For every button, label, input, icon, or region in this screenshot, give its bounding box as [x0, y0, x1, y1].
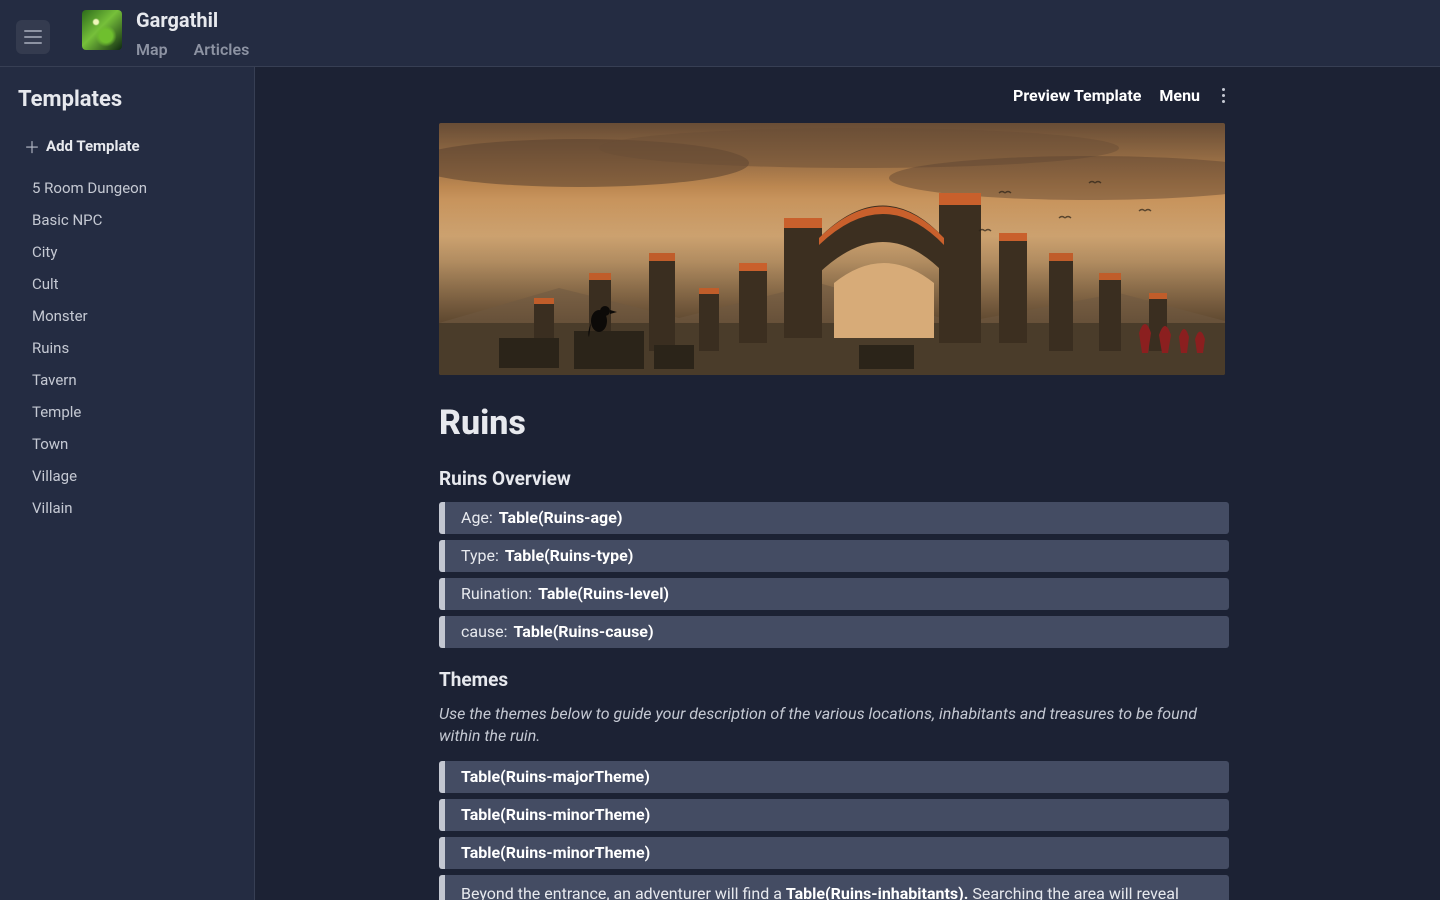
page-actions: Preview Template Menu	[439, 67, 1229, 123]
overview-heading: Ruins Overview	[439, 467, 1229, 490]
template-item[interactable]: 5 Room Dungeon	[32, 172, 236, 204]
template-item[interactable]: Tavern	[32, 364, 236, 396]
template-item[interactable]: City	[32, 236, 236, 268]
overview-value: Table(Ruins-level)	[538, 583, 669, 605]
template-item[interactable]: Temple	[32, 396, 236, 428]
article-title: Ruins	[439, 403, 1229, 443]
overview-row[interactable]: Age: Table(Ruins-age)	[439, 502, 1229, 534]
add-template-label: Add Template	[46, 137, 140, 155]
template-item[interactable]: Village	[32, 460, 236, 492]
themes-note: Use the themes below to guide your descr…	[439, 703, 1229, 747]
hero-image	[439, 123, 1225, 375]
template-item[interactable]: Monster	[32, 300, 236, 332]
overview-row[interactable]: Type: Table(Ruins-type)	[439, 540, 1229, 572]
world-block: Gargathil Map Articles	[82, 8, 249, 59]
theme-value: Table(Ruins-minorTheme)	[461, 842, 650, 864]
world-avatar[interactable]	[82, 10, 122, 50]
world-title: Gargathil	[136, 8, 249, 32]
main-content: Preview Template Menu	[255, 67, 1440, 900]
subnav: Map Articles	[136, 40, 249, 59]
nav-articles[interactable]: Articles	[194, 40, 250, 59]
theme-value: Table(Ruins-minorTheme)	[461, 804, 650, 826]
overview-row[interactable]: cause: Table(Ruins-cause)	[439, 616, 1229, 648]
sidebar: Templates ＋ Add Template 5 Room Dungeon …	[0, 67, 255, 900]
menu-toggle-button[interactable]	[16, 20, 50, 54]
template-item[interactable]: Villain	[32, 492, 236, 524]
overview-value: Table(Ruins-cause)	[514, 621, 654, 643]
theme-value: Table(Ruins-majorTheme)	[461, 766, 650, 788]
template-item[interactable]: Cult	[32, 268, 236, 300]
topbar: Gargathil Map Articles	[0, 0, 1440, 67]
template-item[interactable]: Ruins	[32, 332, 236, 364]
themes-heading: Themes	[439, 668, 1229, 691]
menu-button[interactable]: Menu	[1159, 86, 1200, 105]
template-list: 5 Room Dungeon Basic NPC City Cult Monst…	[18, 172, 236, 524]
theme-row[interactable]: Table(Ruins-majorTheme)	[439, 761, 1229, 793]
entrance-bold: Table(Ruins-inhabitants).	[786, 884, 969, 900]
theme-row[interactable]: Table(Ruins-minorTheme)	[439, 837, 1229, 869]
add-template-button[interactable]: ＋ Add Template	[18, 128, 236, 172]
sidebar-heading: Templates	[18, 87, 236, 112]
overview-label: Ruination:	[461, 583, 532, 605]
more-menu-icon[interactable]	[1218, 84, 1229, 107]
nav-map[interactable]: Map	[136, 40, 168, 59]
overview-row[interactable]: Ruination: Table(Ruins-level)	[439, 578, 1229, 610]
template-item[interactable]: Town	[32, 428, 236, 460]
overview-value: Table(Ruins-type)	[505, 545, 633, 567]
overview-label: Type:	[461, 545, 499, 567]
overview-value: Table(Ruins-age)	[499, 507, 623, 529]
plus-icon: ＋	[24, 134, 40, 158]
entrance-text: Searching the area will reveal	[968, 884, 1178, 900]
entrance-row[interactable]: Beyond the entrance, an adventurer will …	[439, 875, 1229, 900]
preview-template-button[interactable]: Preview Template	[1013, 86, 1141, 105]
template-item[interactable]: Basic NPC	[32, 204, 236, 236]
overview-label: Age:	[461, 507, 493, 529]
entrance-text: Beyond the entrance, an adventurer will …	[461, 884, 786, 900]
overview-label: cause:	[461, 621, 508, 643]
theme-row[interactable]: Table(Ruins-minorTheme)	[439, 799, 1229, 831]
